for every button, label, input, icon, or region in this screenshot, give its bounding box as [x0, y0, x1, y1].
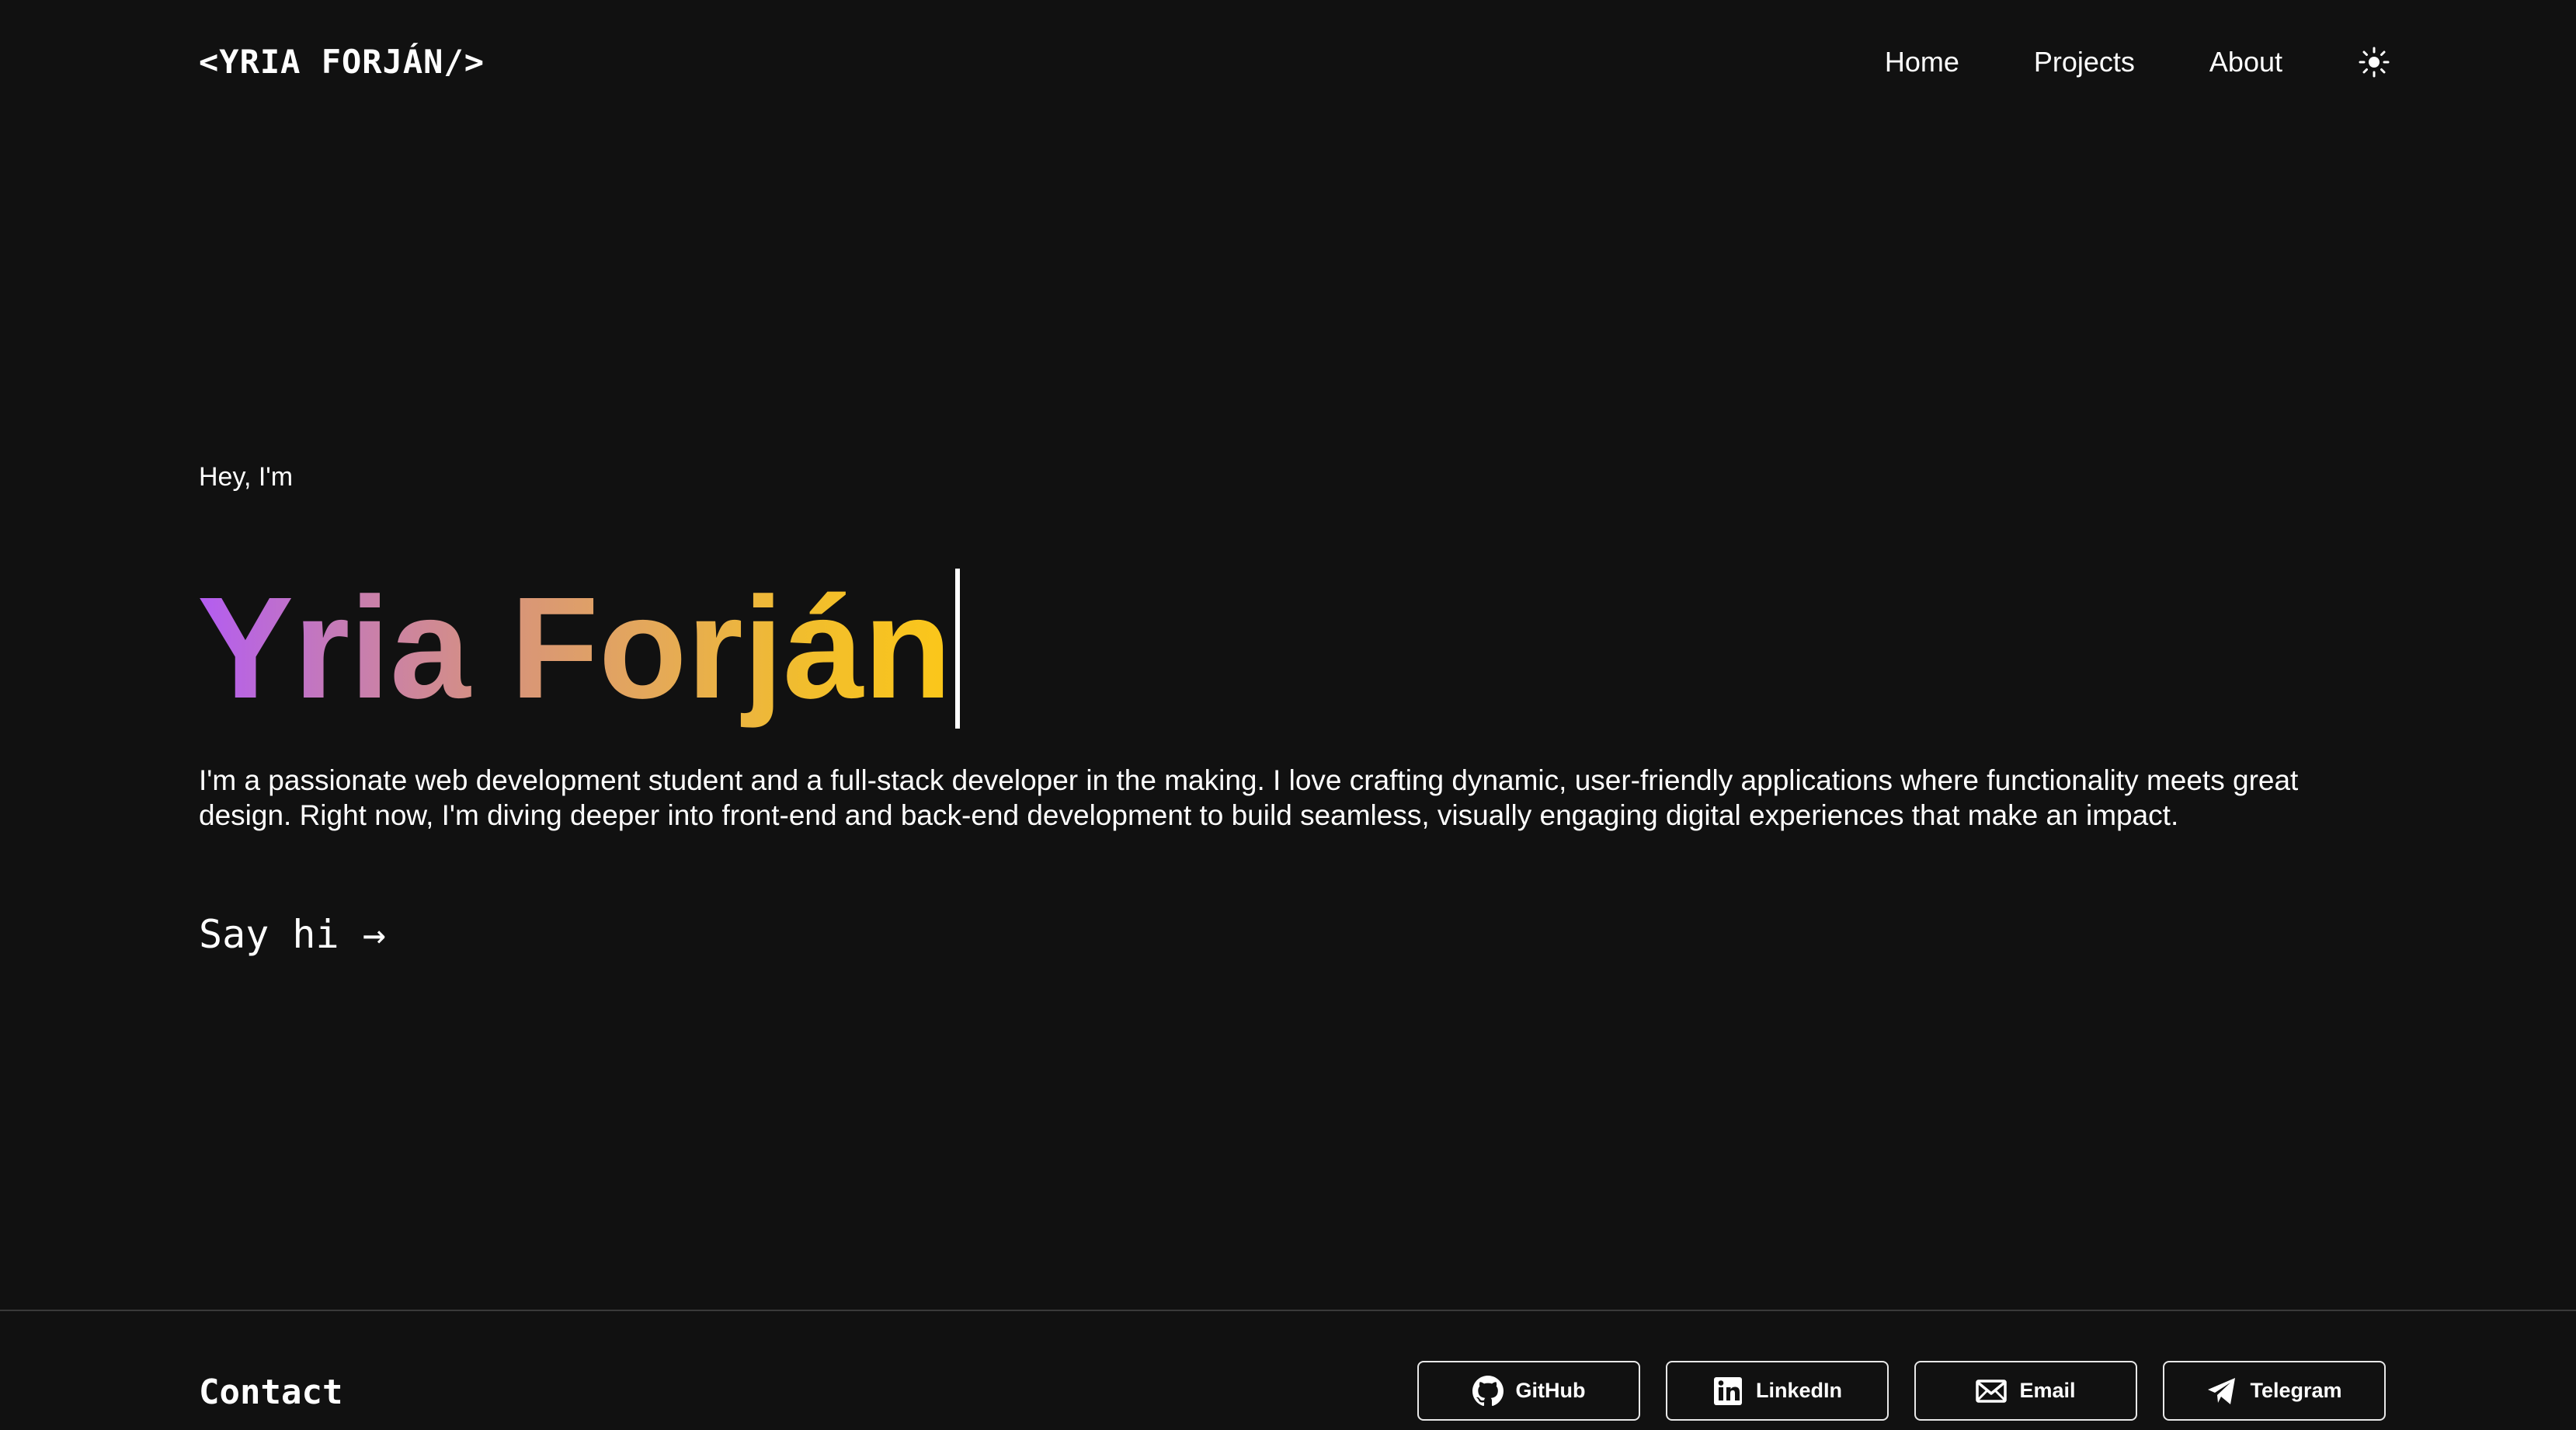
- nav-about[interactable]: About: [2209, 46, 2282, 78]
- theme-toggle-button[interactable]: [2357, 45, 2391, 79]
- footer-divider: [0, 1310, 2576, 1311]
- nav-projects[interactable]: Projects: [2034, 46, 2135, 78]
- linkedin-button[interactable]: LinkedIn: [1666, 1361, 1889, 1421]
- sun-icon: [2359, 47, 2390, 78]
- email-button[interactable]: Email: [1914, 1361, 2137, 1421]
- contact-buttons: GitHub LinkedIn Email Telegram: [1417, 1361, 2386, 1421]
- email-label: Email: [2019, 1379, 2076, 1402]
- page: <YRIA FORJÁN/> Home Projects About Hey, …: [0, 0, 2576, 1430]
- github-label: GitHub: [1515, 1379, 1586, 1402]
- say-hi-link[interactable]: Say hi →: [199, 909, 386, 960]
- github-button[interactable]: GitHub: [1417, 1361, 1640, 1421]
- email-icon: [1976, 1376, 2008, 1407]
- typing-caret: [954, 569, 960, 729]
- telegram-button[interactable]: Telegram: [2163, 1361, 2386, 1421]
- nav-home[interactable]: Home: [1885, 46, 1959, 78]
- github-icon: [1472, 1375, 1504, 1407]
- hero-name-wrapper: Yria Forján: [197, 567, 960, 730]
- telegram-icon: [2206, 1376, 2237, 1407]
- hero-bio: I'm a passionate web development student…: [199, 764, 2299, 831]
- main-nav: Home Projects About: [1885, 40, 2391, 84]
- site-logo[interactable]: <YRIA FORJÁN/>: [199, 40, 485, 84]
- telegram-label: Telegram: [2250, 1379, 2342, 1402]
- contact-title: Contact: [199, 1373, 343, 1412]
- linkedin-label: LinkedIn: [1755, 1379, 1842, 1402]
- linkedin-icon: [1712, 1376, 1743, 1407]
- hero-name: Yria Forján: [197, 568, 952, 729]
- hero-greeting: Hey, I'm: [199, 462, 294, 492]
